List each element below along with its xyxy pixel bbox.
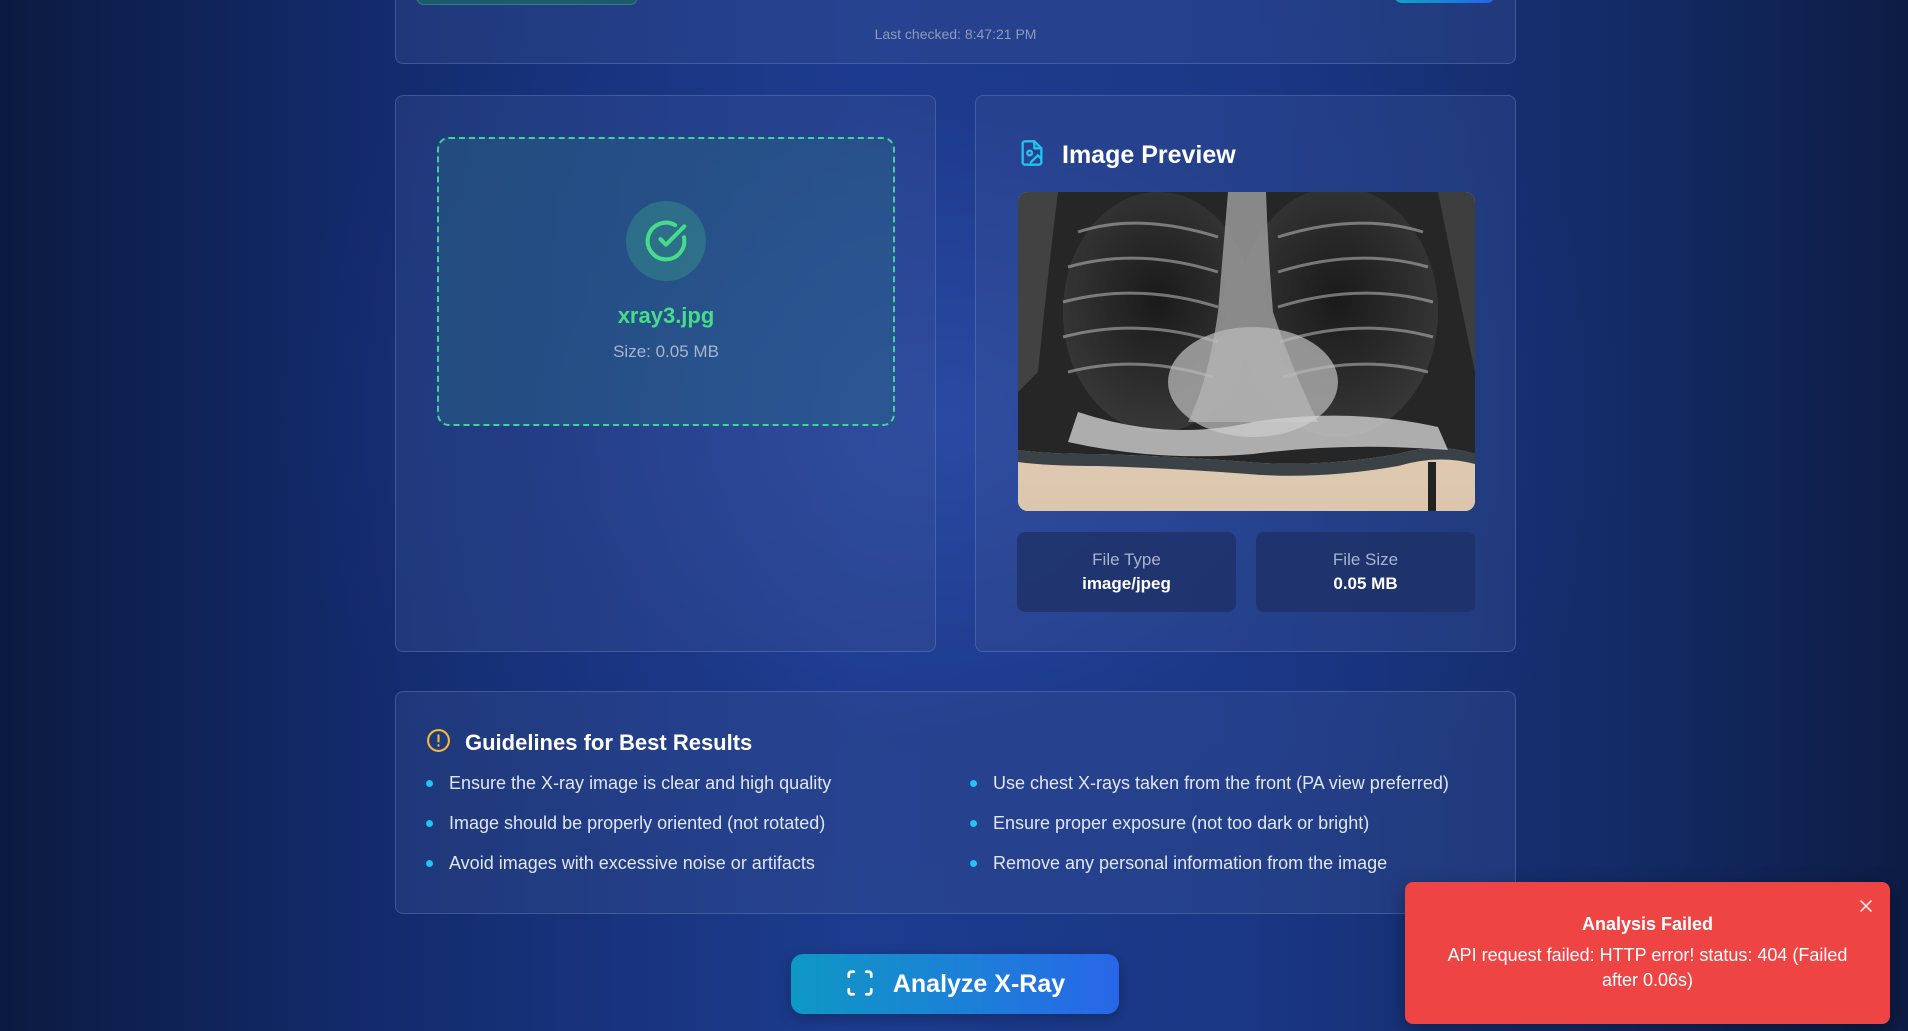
last-checked-text: Last checked: 8:47:21 PM [874, 26, 1037, 42]
guideline-item: Ensure proper exposure (not too dark or … [970, 810, 1449, 850]
toast-message: API request failed: HTTP error! status: … [1447, 945, 1848, 990]
bullet-icon [426, 820, 433, 827]
file-type-label: File Type [1092, 550, 1161, 569]
bullet-icon [970, 820, 977, 827]
analyze-button-label: Analyze X-Ray [892, 969, 1066, 998]
bullet-icon [970, 860, 977, 867]
analyze-xray-button[interactable]: Analyze X-Ray [791, 954, 1119, 1014]
file-size-value: 0.05 MB [1333, 574, 1398, 593]
guidelines-title: Guidelines for Best Results [465, 730, 753, 755]
guideline-item: Use chest X-rays taken from the front (P… [970, 770, 1449, 810]
guideline-item: Image should be properly oriented (not r… [426, 810, 831, 850]
check-circle-icon [626, 201, 706, 281]
file-size-card: File Size 0.05 MB [1256, 532, 1475, 612]
preview-header: Image Preview [1018, 138, 1236, 173]
preview-title: Image Preview [1062, 141, 1236, 169]
uploaded-file-size: Size: 0.05 MB [613, 342, 719, 361]
toast-title: Analysis Failed [1581, 914, 1714, 934]
guidelines-list-left: Ensure the X-ray image is clear and high… [426, 770, 831, 890]
upload-panel: xray3.jpg Size: 0.05 MB [395, 95, 936, 652]
bullet-icon [426, 860, 433, 867]
bullet-icon [970, 780, 977, 787]
xray-preview-image [1018, 192, 1475, 511]
close-icon[interactable] [1856, 896, 1876, 916]
guideline-item: Avoid images with excessive noise or art… [426, 850, 831, 890]
image-file-icon [1018, 138, 1046, 173]
file-type-value: image/jpeg [1082, 574, 1171, 593]
file-size-label: File Size [1332, 550, 1399, 569]
guideline-item: Ensure the X-ray image is clear and high… [426, 770, 831, 810]
guidelines-header: Guidelines for Best Results [426, 728, 752, 758]
status-indicator [416, 0, 638, 5]
uploaded-file-name: xray3.jpg [617, 303, 715, 328]
refresh-button[interactable] [1394, 0, 1495, 3]
file-type-card: File Type image/jpeg [1017, 532, 1236, 612]
guideline-item: Remove any personal information from the… [970, 850, 1449, 890]
file-dropzone[interactable]: xray3.jpg Size: 0.05 MB [437, 137, 895, 426]
alert-circle-icon [426, 728, 451, 758]
image-preview-panel: Image Preview File Type image/jpeg File … [975, 95, 1516, 652]
guidelines-panel: Guidelines for Best Results Ensure the X… [395, 691, 1516, 914]
bullet-icon [426, 780, 433, 787]
error-toast: Analysis Failed API request failed: HTTP… [1405, 882, 1890, 1024]
guidelines-list-right: Use chest X-rays taken from the front (P… [970, 770, 1449, 890]
status-panel: Last checked: 8:47:21 PM [395, 0, 1516, 64]
scan-icon [845, 968, 875, 1001]
